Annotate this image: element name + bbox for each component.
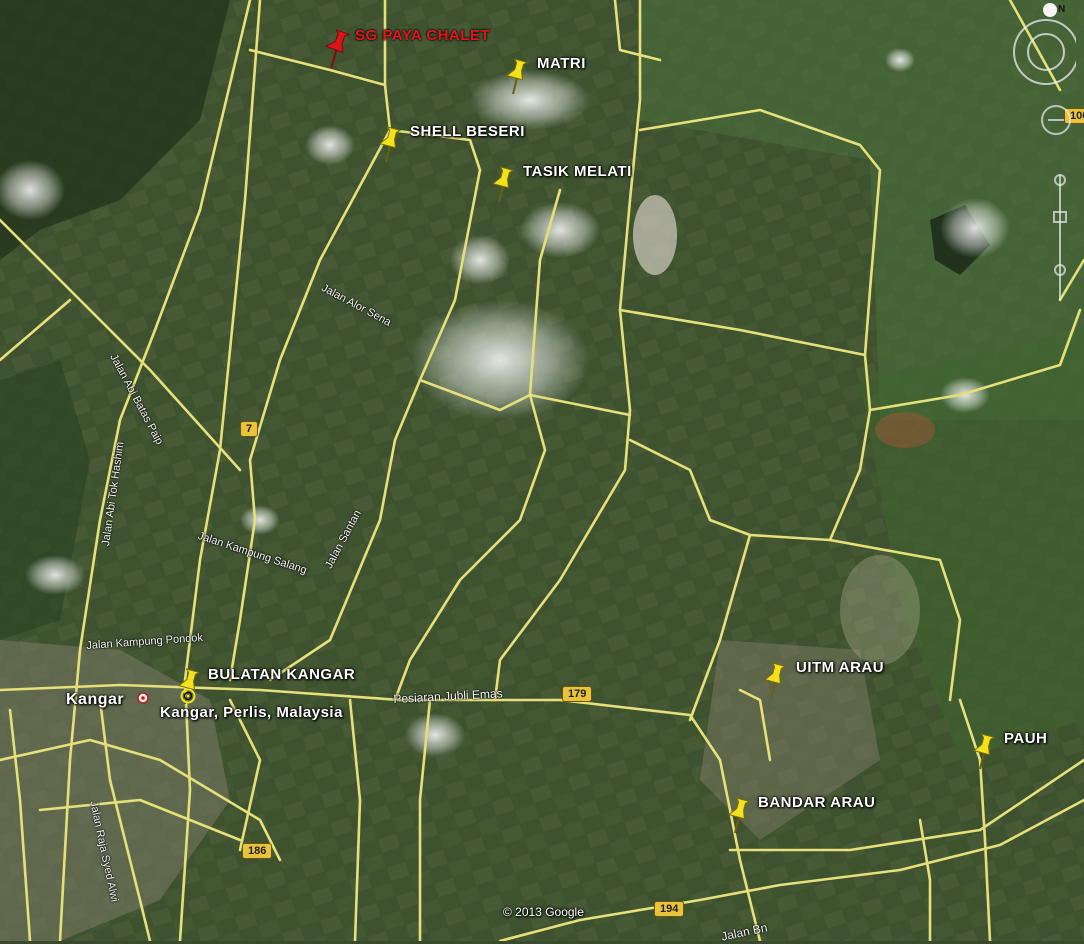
- town-marker-icon: [137, 692, 149, 704]
- satellite-map[interactable]: [0, 0, 1084, 941]
- place-label-bulatan-kangar[interactable]: BULATAN KANGAR: [208, 666, 355, 683]
- zoom-slider-icon: [1053, 174, 1067, 300]
- place-label-matri[interactable]: MATRI: [537, 55, 586, 72]
- route-shield-194: 194: [654, 901, 685, 917]
- place-label-shell-beseri[interactable]: SHELL BESERI: [410, 123, 525, 140]
- compass-north-label: N: [1058, 4, 1066, 15]
- town-label-kangar[interactable]: Kangar: [66, 691, 124, 709]
- place-label-pauh[interactable]: PAUH: [1004, 730, 1047, 747]
- route-shield-186: 186: [242, 843, 273, 859]
- compass-ring-icon: [1013, 19, 1076, 85]
- yellow-pushpin-icon[interactable]: [491, 166, 517, 204]
- place-label-tasik-melati[interactable]: TASIK MELATI: [523, 163, 632, 180]
- route-shield-7: 7: [240, 421, 259, 437]
- north-indicator-icon: [1043, 3, 1057, 17]
- yellow-pushpin-icon[interactable]: [505, 58, 531, 96]
- yellow-pushpin-icon[interactable]: [378, 126, 404, 164]
- place-label-uitm-arau[interactable]: UITM ARAU: [796, 659, 884, 676]
- yellow-pushpin-icon[interactable]: [972, 733, 998, 771]
- yellow-pushpin-icon[interactable]: [763, 662, 789, 700]
- bare-land: [840, 555, 920, 665]
- route-shield-179: 179: [562, 686, 593, 702]
- red-pushpin-icon[interactable]: [323, 28, 353, 70]
- red-soil: [875, 412, 935, 448]
- yellow-pushpin-icon[interactable]: [727, 797, 753, 835]
- search-result-target-icon[interactable]: [180, 688, 196, 704]
- navigation-controls[interactable]: [996, 0, 1076, 300]
- place-label-bandar-arau[interactable]: BANDAR ARAU: [758, 794, 875, 811]
- look-joystick-icon: [1041, 105, 1071, 135]
- search-result-label[interactable]: Kangar, Perlis, Malaysia: [160, 704, 343, 721]
- place-label-sg-paya-chalet[interactable]: SG PAYA CHALET: [355, 27, 490, 44]
- quarry: [633, 195, 677, 275]
- copyright-text: © 2013 Google: [503, 905, 584, 919]
